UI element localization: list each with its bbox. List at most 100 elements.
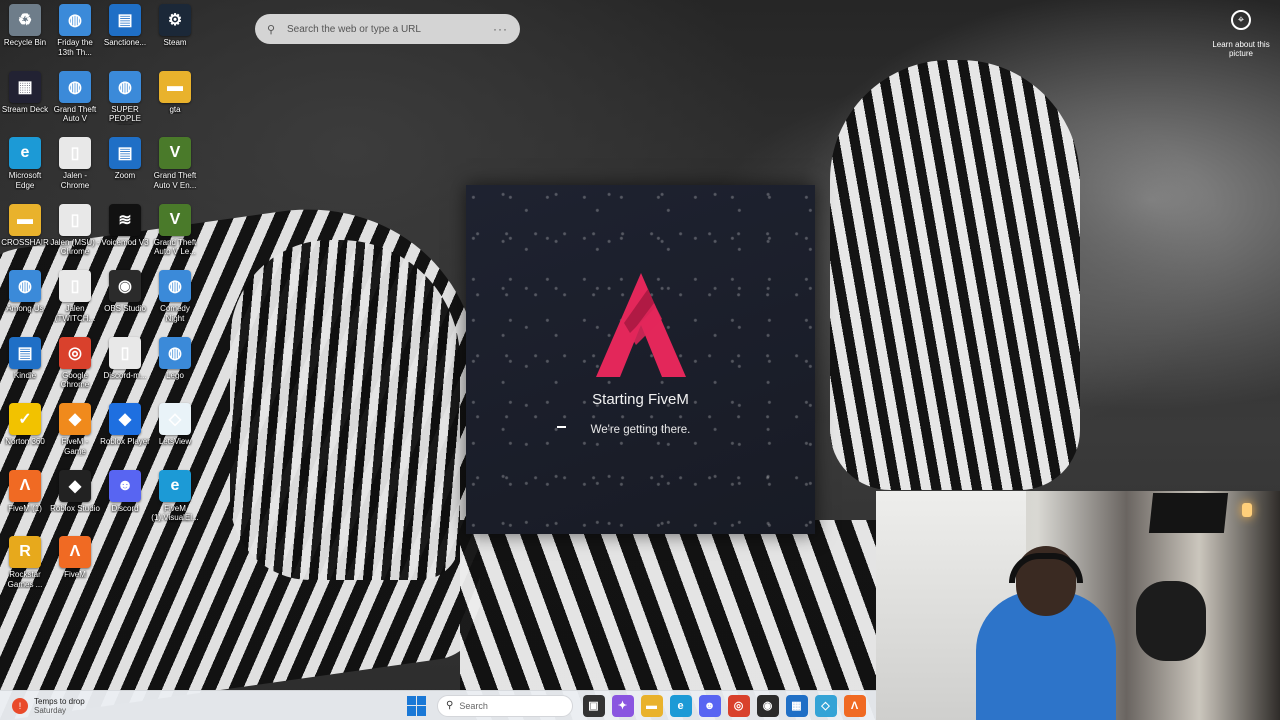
desktop-shortcut[interactable]: ☻ Discord (100, 469, 150, 537)
desktop-shortcut[interactable]: ♻ Recycle Bin (0, 4, 50, 71)
desktop-shortcut-label: Rockstar Games ... (7, 570, 43, 589)
discord-taskbar-icon[interactable]: ☻ (698, 694, 721, 717)
desktop-shortcut-label: Stream Deck (1, 104, 49, 114)
letsview-taskbar-icon[interactable]: ◇ (814, 694, 837, 717)
file-explorer-icon[interactable]: ▬ (640, 694, 663, 717)
webcam-chair (1136, 581, 1206, 661)
desktop-shortcut-label: Grand Theft Auto V Le... (153, 237, 197, 257)
desktop-shortcut[interactable]: ▯ Discord-m... (100, 336, 150, 404)
crosshair-icon: ▬ (9, 203, 41, 236)
desktop-shortcut[interactable]: ▤ Sanctione... (100, 4, 150, 71)
chrome-taskbar-icon[interactable]: ◎ (727, 694, 750, 717)
desktop-shortcut[interactable]: ◉ OBS Studio (100, 270, 150, 337)
desktop-shortcut[interactable]: ⚙ Steam (150, 4, 200, 71)
taskbar-search-box[interactable]: ⚲ Search (437, 694, 573, 717)
desktop-shortcut[interactable]: ▬ gta (150, 70, 200, 138)
desktop-shortcut[interactable]: R Rockstar Games ... (0, 536, 50, 603)
desktop-shortcut-label: SUPER PEOPLE CBT (108, 104, 141, 125)
desktop-shortcut[interactable]: V Grand Theft Auto V En... (150, 137, 200, 204)
edge-icon[interactable]: e (669, 694, 692, 717)
desktop-shortcut[interactable]: ▬ CROSSHAIR (0, 203, 50, 271)
desktop-shortcut-label: Jalen (TWITCH... (54, 304, 96, 323)
task-view-icon[interactable]: ▣ (582, 694, 605, 717)
desktop-shortcut[interactable]: ≋ Voicemod V3 (100, 203, 150, 271)
desktop-shortcut-label: FiveM (1) (8, 503, 42, 513)
zebra-foal-head (230, 240, 460, 580)
desktop-shortcut[interactable]: ◍ Comedy Night (150, 270, 200, 337)
desktop-shortcut[interactable]: ◍ Grand Theft Auto V (50, 70, 100, 138)
desktop-shortcut[interactable]: ◍SUPER PEOPLE CBT (100, 70, 150, 138)
desktop-shortcut[interactable]: ▯ Jalen (TWITCH... (50, 270, 100, 337)
desktop-shortcut-label: Microsoft Edge (8, 171, 42, 190)
discord-m-icon: ▯ (109, 336, 141, 369)
grand-theft-auto-v-icon: ◍ (59, 70, 91, 103)
search-placeholder[interactable]: Search the web or type a URL (287, 24, 493, 35)
jalen-msu-chrome-icon: ▯ (59, 203, 91, 236)
weather-widget[interactable]: ! Temps to drop Saturday (0, 697, 200, 715)
desktop-shortcut-label: Friday the 13th Th... (57, 38, 93, 57)
desktop-shortcut-label: Zoom (114, 171, 136, 180)
desktop-shortcut[interactable]: ◍ Among Us (0, 270, 50, 337)
desktop-shortcut[interactable]: ◎ Google Chrome (50, 336, 100, 404)
jalen-twitch-icon: ▯ (59, 270, 91, 302)
desktop-shortcut[interactable]: ▯ Jalen (MSU) - Chrome (50, 203, 100, 271)
desktop-icon-grid: ♻ Recycle Bin ◍ Friday the 13th Th... ▤ Sanct… (0, 0, 210, 690)
desktop-shortcut-label: FiveM - Game Devel... (61, 437, 89, 457)
obs-taskbar-icon[interactable]: ◉ (756, 694, 779, 717)
voicemod-icon: ≋ (109, 203, 141, 236)
desktop-shortcut[interactable]: Λ FiveM (50, 536, 100, 603)
desktop-shortcut-label: Roblox Studio (50, 503, 100, 513)
desktop-shortcut-label: LetsView (158, 437, 192, 446)
lego-icon: ◍ (159, 336, 191, 369)
desktop-shortcut-label: FiveM (1).VisualEl... (151, 503, 199, 523)
desktop-shortcut[interactable]: ◆FiveM - Game Devel... (50, 403, 100, 470)
weather-subtitle: Saturday (34, 705, 67, 715)
desktop-shortcut[interactable]: Λ FiveM (1) (0, 469, 50, 537)
grand-theft-auto-v-enhanced-icon: V (159, 137, 191, 169)
desktop-shortcut[interactable]: ▦ Stream Deck (0, 70, 50, 138)
desktop-shortcut[interactable]: ◆ Roblox Player (100, 403, 150, 470)
desktop-shortcut[interactable]: ◍ Lego (150, 336, 200, 404)
desktop-shortcut[interactable]: ▤ Kindle (0, 336, 50, 404)
roblox-player-icon: ◆ (109, 403, 141, 435)
desktop-shortcut-label: gta (169, 104, 181, 114)
desktop-shortcut[interactable]: e Microsoft Edge (0, 137, 50, 204)
learn-about-picture-button[interactable]: ⌖ Learn about this picture (1212, 10, 1270, 58)
norton-360-icon: ✓ (9, 403, 41, 435)
zebra-adult-head (830, 60, 1080, 490)
copilot-icon[interactable]: ✦ (611, 694, 634, 717)
search-icon: ⚲ (267, 23, 276, 36)
rockstar-games-icon: R (9, 536, 41, 568)
gta-folder-icon: ▬ (159, 70, 191, 103)
desktop-shortcut-label: Google Chrome (60, 370, 90, 390)
desktop-shortcut[interactable]: ✓ Norton 360 (0, 403, 50, 470)
fivem-taskbar-icon[interactable]: Λ (843, 694, 866, 717)
fivem-1-icon: Λ (9, 469, 41, 502)
camera-pin-icon: ⌖ (1231, 10, 1251, 30)
desktop-shortcut[interactable]: e FiveM (1).VisualEl... (150, 469, 200, 537)
windows-start-icon[interactable] (407, 695, 427, 716)
weather-alert-icon: ! (12, 697, 28, 714)
desktop-shortcut-label: Norton 360 (5, 437, 45, 446)
desktop-shortcut[interactable]: V Grand Theft Auto V Le... (150, 203, 200, 271)
desktop-shortcut-label: CROSSHAIR (1, 237, 49, 247)
fivem-visualel-icon: e (159, 469, 191, 502)
recycle-bin-icon: ♻ (9, 4, 41, 36)
fivem-icon: Λ (59, 536, 91, 568)
store-icon[interactable]: ▦ (785, 694, 808, 717)
more-options-icon[interactable]: ··· (493, 22, 508, 36)
splash-subtitle: We're getting there. (590, 424, 691, 436)
desktop-shortcut[interactable]: ◆ Roblox Studio (50, 469, 100, 537)
desktop-shortcut-label: Discord-m... (103, 370, 147, 380)
desktop-shortcut-label: Comedy Night (160, 304, 190, 323)
google-chrome-icon: ◎ (59, 336, 91, 369)
super-people-cbt-icon: ◍ (109, 70, 141, 103)
desktop-shortcut[interactable]: ◍ Friday the 13th Th... (50, 4, 100, 71)
desktop-shortcut[interactable]: ▯ Jalen - Chrome (50, 137, 100, 204)
desktop-shortcut[interactable]: ▤ Zoom (100, 137, 150, 204)
desktop-shortcut[interactable]: ◇ LetsView (150, 403, 200, 470)
webcam-overlay (876, 491, 1280, 720)
desktop-shortcut-label: Jalen - Chrome (60, 171, 90, 190)
desktop-shortcut-label: Grand Theft Auto V (53, 104, 97, 124)
web-search-bar[interactable]: ⚲ Search the web or type a URL ··· (255, 14, 520, 44)
